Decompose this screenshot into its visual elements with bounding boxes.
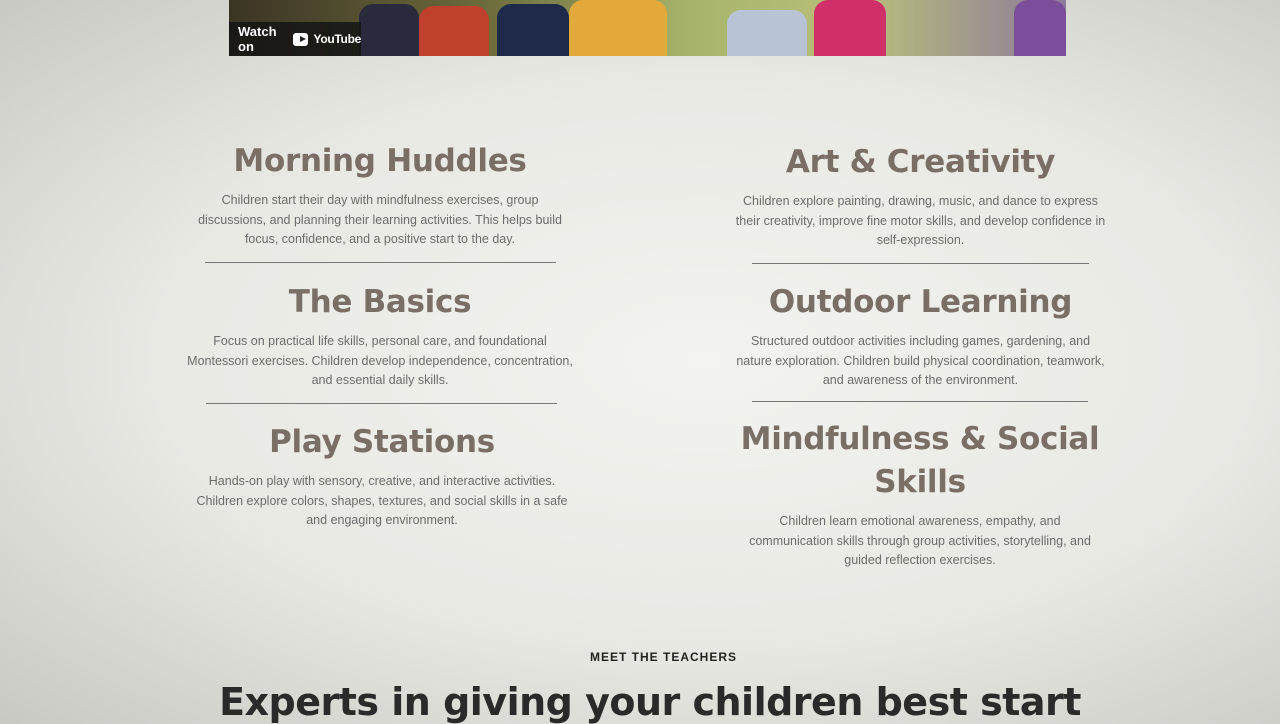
activity-title: Mindfulness & Social Skills [740,421,1100,500]
activity-title: The Basics [288,284,472,320]
activity-title: Outdoor Learning [768,284,1073,320]
activity-description: Focus on practical life skills, personal… [187,334,573,387]
divider [205,262,556,263]
divider [752,263,1089,264]
watch-on-youtube-button[interactable]: Watch on YouTube [229,22,361,56]
activity-description: Structured outdoor activities including … [736,334,1105,387]
video-thumbnail-figure [419,6,489,56]
watch-on-label: Watch on [238,24,277,54]
video-thumbnail-figure [497,4,569,56]
activity-morning-huddles: Morning Huddles Children start their day… [190,140,570,250]
activity-description: Hands-on play with sensory, creative, an… [196,474,568,527]
youtube-wordmark: YouTube [313,32,362,46]
activity-description: Children start their day with mindfulnes… [198,193,562,246]
activity-art-creativity: Art & Creativity Children explore painti… [733,141,1108,251]
activity-the-basics: The Basics Focus on practical life skill… [185,281,575,391]
activity-description: Children learn emotional awareness, empa… [749,514,1091,567]
divider [206,403,557,404]
activity-title: Art & Creativity [785,144,1056,180]
video-thumbnail-figure [359,4,419,56]
video-embed[interactable]: Watch on YouTube [229,0,1066,56]
youtube-play-icon [292,32,308,46]
activity-title: Play Stations [269,424,495,460]
video-thumbnail-figure [569,0,667,56]
activity-outdoor-learning: Outdoor Learning Structured outdoor acti… [733,281,1108,391]
activity-mindfulness-social-skills: Mindfulness & Social Skills Children lea… [740,418,1100,571]
video-thumbnail-figure [814,0,886,56]
section-headline: Experts in giving your children best sta… [219,680,1081,724]
video-thumbnail-figure [1014,0,1066,56]
video-thumbnail-figure [727,10,807,56]
activity-title: Morning Huddles [233,143,527,179]
activity-description: Children explore painting, drawing, musi… [735,194,1106,247]
divider [752,401,1088,402]
activity-play-stations: Play Stations Hands-on play with sensory… [192,421,572,531]
section-eyebrow: MEET THE TEACHERS [589,650,737,664]
